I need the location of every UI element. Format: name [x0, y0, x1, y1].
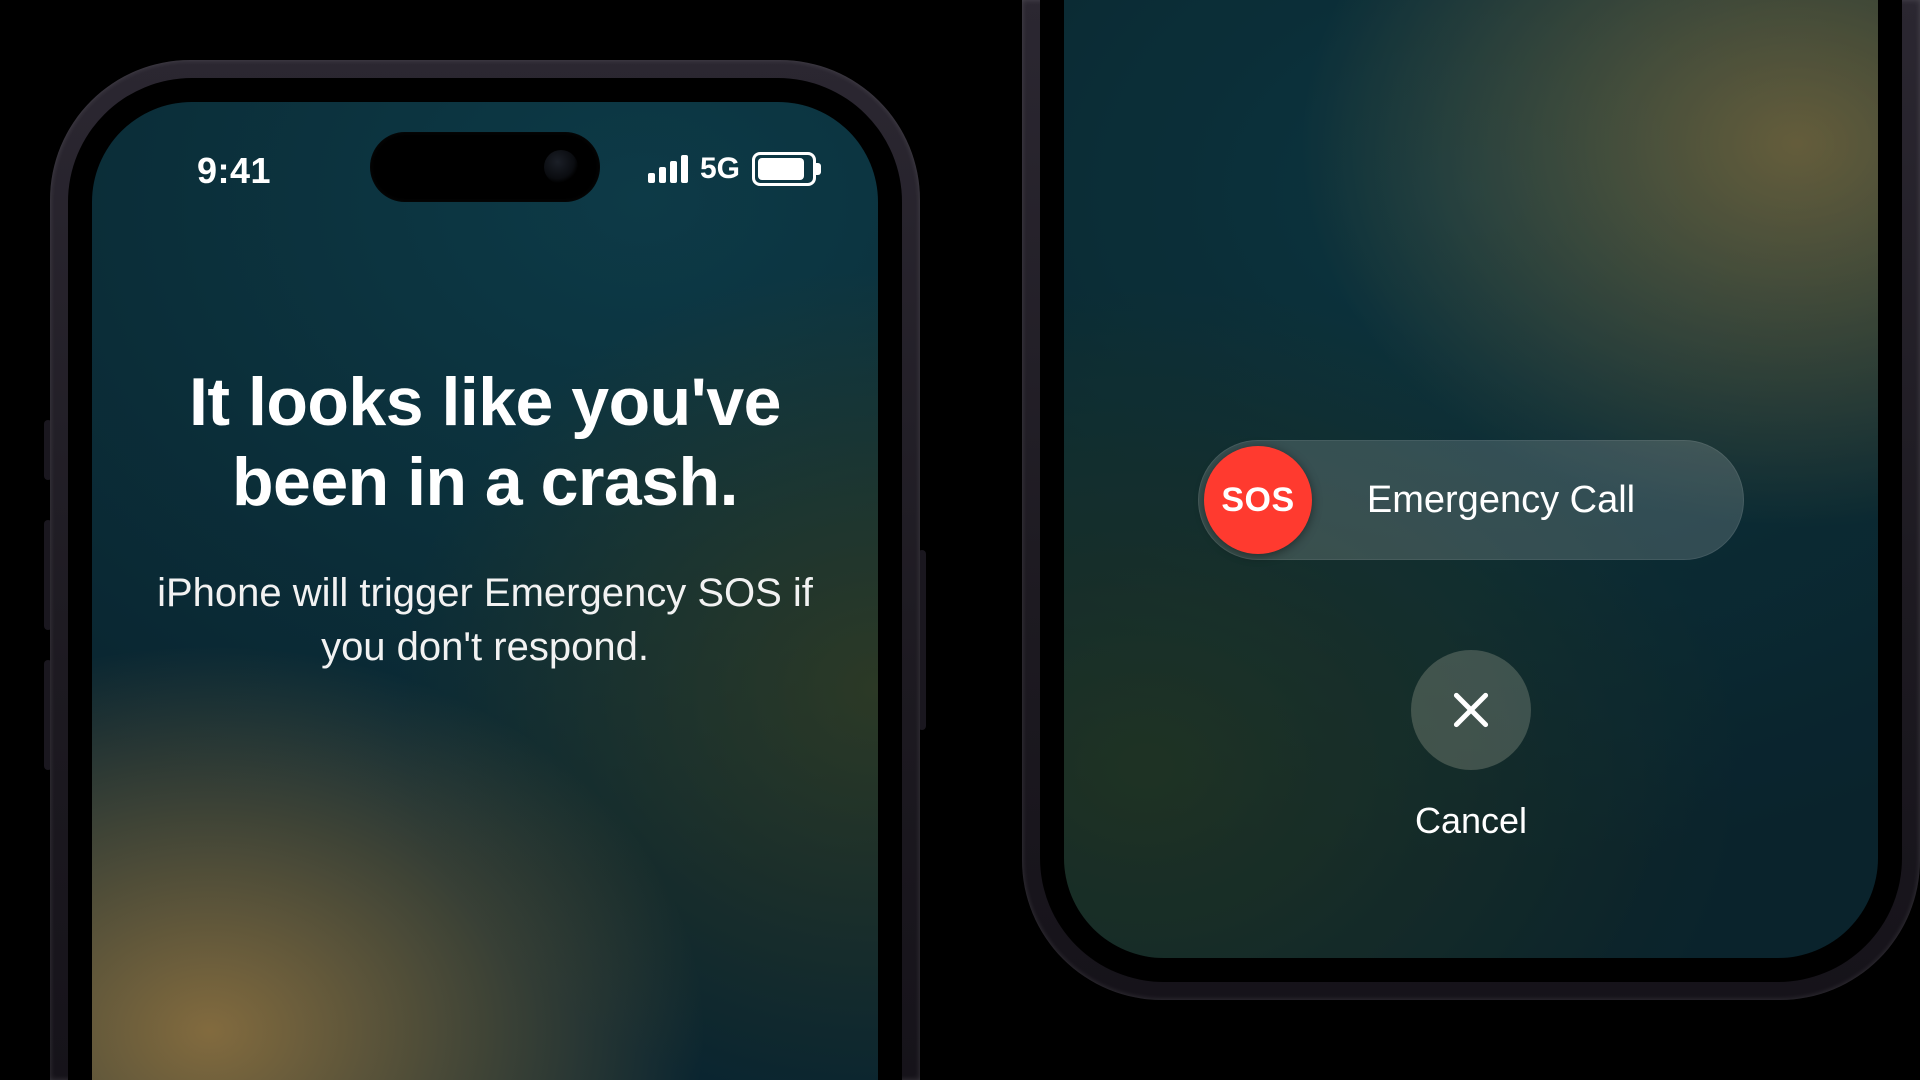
phone-right: SOS Emergency Call Cancel [1000, 0, 1920, 1080]
cancel-label: Cancel [1064, 800, 1878, 842]
close-icon [1446, 685, 1496, 735]
cancel-group: Cancel [1064, 650, 1878, 842]
emergency-call-slider[interactable]: SOS Emergency Call [1198, 440, 1744, 560]
crash-detection-message: It looks like you've been in a crash. iP… [92, 362, 878, 674]
battery-icon [752, 152, 816, 186]
emergency-call-label: Emergency Call [1258, 479, 1744, 522]
phone-left: 9:41 5G It looks like you've been in a c… [10, 60, 950, 1080]
status-bar: 9:41 5G [92, 140, 878, 200]
crash-headline: It looks like you've been in a crash. [152, 362, 818, 522]
crash-subline: iPhone will trigger Emergency SOS if you… [152, 566, 818, 674]
cancel-button[interactable] [1411, 650, 1531, 770]
status-time: 9:41 [197, 150, 271, 192]
status-right-cluster: 5G [648, 152, 816, 186]
cellular-signal-icon [648, 155, 688, 183]
network-label: 5G [700, 152, 740, 186]
marketing-stage: 9:41 5G It looks like you've been in a c… [0, 0, 1920, 1080]
phone-right-screen: SOS Emergency Call Cancel [1064, 0, 1878, 958]
phone-left-screen: 9:41 5G It looks like you've been in a c… [92, 102, 878, 1080]
